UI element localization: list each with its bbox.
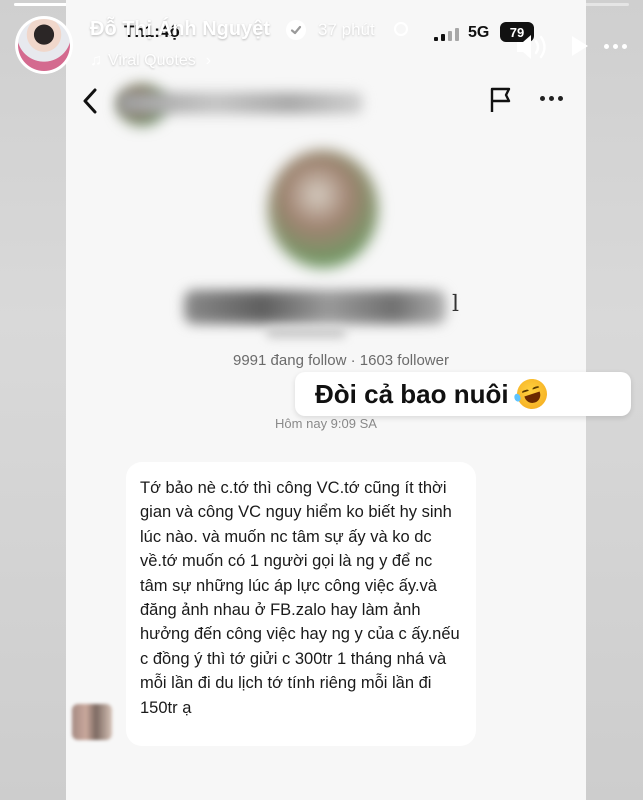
chevron-left-icon[interactable] [82, 88, 98, 119]
story-more-icon[interactable] [604, 44, 627, 49]
play-icon[interactable] [570, 34, 590, 63]
signal-icon [434, 28, 459, 41]
sticker-text: Đòi cả bao nuôi [315, 378, 509, 409]
post-time: 37 phút [318, 20, 375, 39]
message-bubble: Tớ bảo nè c.tớ thì công VC.tớ cũng ít th… [126, 462, 476, 746]
contact-name-blurred [118, 92, 363, 114]
verified-icon [286, 20, 306, 40]
more-icon[interactable] [540, 96, 563, 101]
name-tail-glyph: l [452, 292, 460, 317]
chat-header [66, 82, 586, 126]
author-avatar[interactable] [15, 16, 73, 74]
rolling-laughing-emoji-icon [512, 375, 551, 413]
follow-stats: 9991 đang follow · 1603 follower [233, 352, 449, 369]
volume-icon[interactable] [514, 32, 554, 67]
contact-avatar-blurred [268, 150, 378, 268]
music-row[interactable]: ♫ Viral Quotes › [90, 52, 211, 70]
text-sticker: Đòi cả bao nuôi [295, 372, 631, 416]
network-label: 5G [468, 24, 490, 41]
music-note-icon: ♫ [90, 52, 102, 69]
contact-subtitle-blurred [266, 328, 346, 338]
contact-name-large-blurred [184, 290, 446, 324]
music-label: Viral Quotes [108, 52, 196, 69]
message-timestamp: Hôm nay 9:09 SA [275, 416, 377, 431]
sender-avatar-blurred [72, 704, 112, 740]
flag-icon[interactable] [488, 86, 514, 119]
author-name[interactable]: Đỗ Thị Ánh Nguyệt [90, 18, 270, 41]
globe-icon [394, 22, 408, 36]
chevron-right-icon: › [205, 52, 212, 69]
